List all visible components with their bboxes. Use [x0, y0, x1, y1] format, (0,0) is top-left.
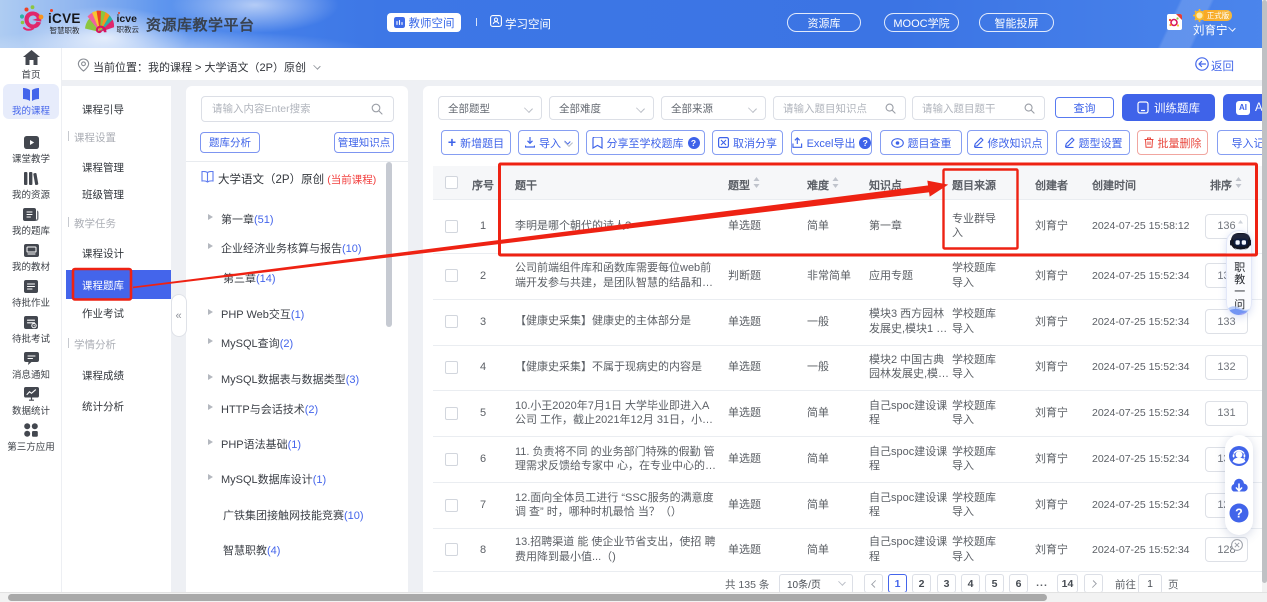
svg-text:?: ?	[1235, 507, 1243, 521]
